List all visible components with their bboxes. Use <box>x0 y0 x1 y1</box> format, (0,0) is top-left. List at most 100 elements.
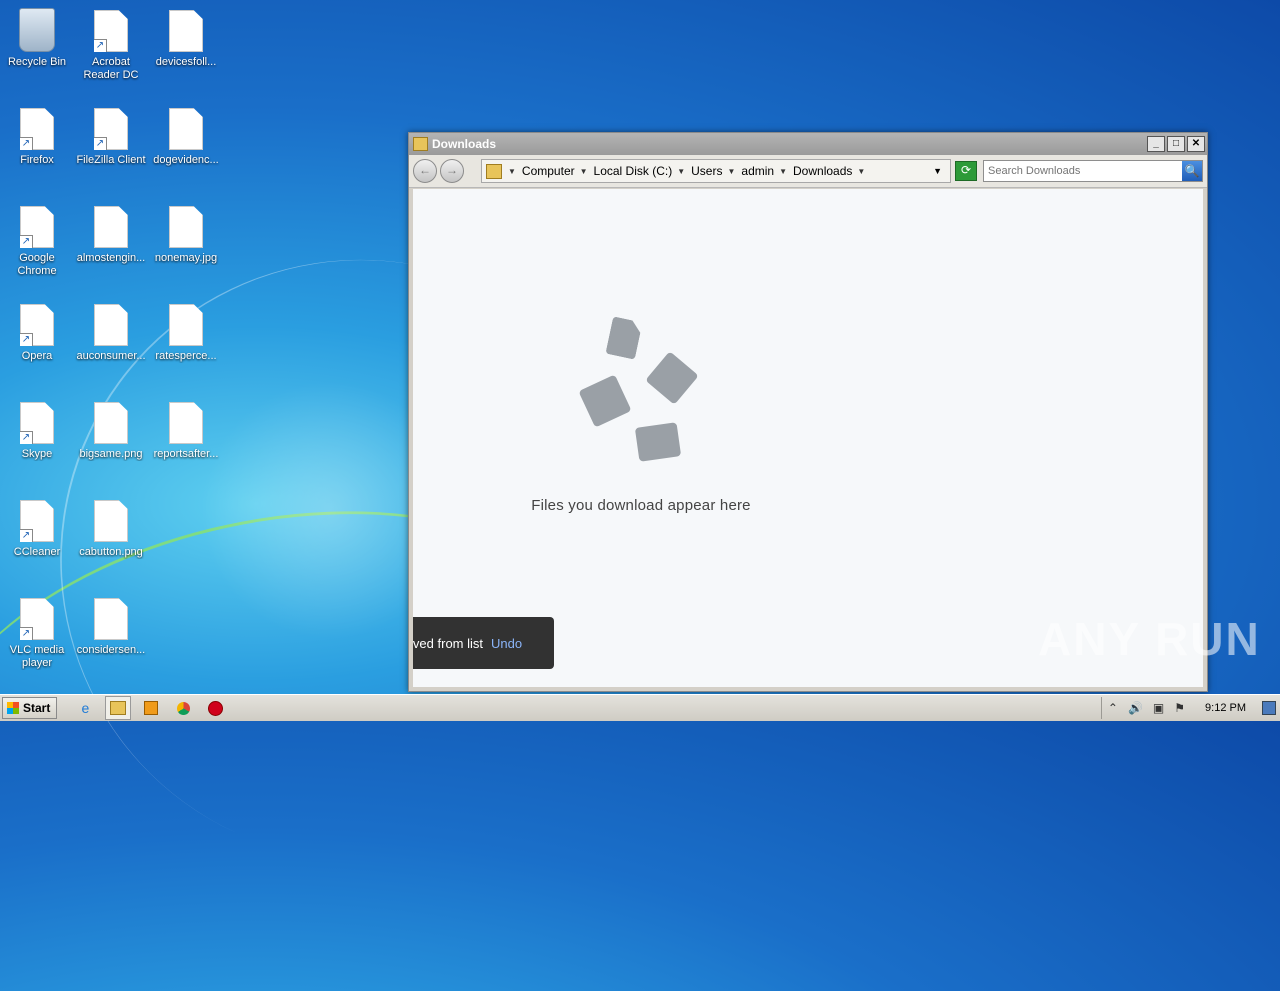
desktop-icon-label: auconsumer... <box>76 350 146 362</box>
file-icon <box>94 500 128 542</box>
chevron-down-icon[interactable]: ▼ <box>677 167 685 176</box>
show-desktop-icon[interactable] <box>1262 701 1276 715</box>
desktop-icon-recycle-bin[interactable]: Recycle Bin <box>0 8 74 69</box>
breadcrumb-admin[interactable]: admin <box>741 164 774 178</box>
file-icon <box>94 598 128 640</box>
search-icon[interactable]: 🔍 <box>1182 161 1202 181</box>
file-icon <box>169 10 203 52</box>
desktop-icon-firefox[interactable]: ↗ Firefox <box>0 108 74 167</box>
clock[interactable]: 9:12 PM <box>1205 702 1246 714</box>
shortcut-file-icon: ↗ <box>20 304 54 346</box>
chevron-down-icon[interactable]: ▼ <box>580 167 588 176</box>
folder-icon <box>413 137 428 151</box>
undo-button[interactable]: Undo <box>491 636 522 651</box>
back-button[interactable]: ← <box>413 159 437 183</box>
breadcrumb-local-disk[interactable]: Local Disk (C:) <box>594 164 673 178</box>
explorer-icon[interactable] <box>105 696 132 720</box>
file-icon <box>169 206 203 248</box>
desktop-icon-file[interactable]: almostengin... <box>74 206 148 265</box>
volume-icon[interactable]: 🔊 <box>1128 701 1143 715</box>
navigation-bar: ← → ▼ Computer ▼ Local Disk (C:) ▼ Users… <box>409 155 1207 188</box>
start-button[interactable]: Start <box>2 697 58 719</box>
file-icon <box>94 402 128 444</box>
desktop-icon-label: bigsame.png <box>79 448 143 460</box>
desktop-icon-label: devicesfoll... <box>155 56 217 68</box>
shortcut-file-icon: ↗ <box>20 500 54 542</box>
desktop-icon-file[interactable]: auconsumer... <box>74 304 148 363</box>
desktop-icon-file[interactable]: considersen... <box>74 598 148 657</box>
video-icon <box>634 422 682 462</box>
desktop-icon-acrobat[interactable]: ↗ Acrobat Reader DC <box>74 10 148 82</box>
address-bar[interactable]: ▼ Computer ▼ Local Disk (C:) ▼ Users ▼ a… <box>481 159 951 183</box>
desktop-icon-file[interactable]: dogevidenc... <box>149 108 223 167</box>
desktop-icon-label: ratesperce... <box>155 350 217 362</box>
desktop-icon-label: dogevidenc... <box>153 154 219 166</box>
recycle-bin-icon <box>19 8 55 52</box>
shortcut-file-icon: ↗ <box>20 598 54 640</box>
chevron-down-icon[interactable]: ▼ <box>727 167 735 176</box>
watermark: ANY RUN <box>1038 613 1261 665</box>
desktop-icon-vlc[interactable]: ↗ VLC media player <box>0 598 74 670</box>
desktop-icon-skype[interactable]: ↗ Skype <box>0 402 74 461</box>
file-icon <box>169 108 203 150</box>
taskbar: Start e ⌃ 🔊 ▣ ⚑ 9:12 PM <box>0 694 1280 721</box>
shortcut-file-icon: ↗ <box>94 108 128 150</box>
action-center-flag-icon[interactable]: ⚑ <box>1174 701 1185 715</box>
empty-state-message: Files you download appear here <box>531 497 751 514</box>
tray-expand-icon[interactable]: ⌃ <box>1108 701 1118 715</box>
desktop-icon-label: Recycle Bin <box>7 56 67 68</box>
downloads-window: Downloads _ □ ✕ ← → ▼ Computer ▼ Local D… <box>408 132 1208 692</box>
desktop-icon-ccleaner[interactable]: ↗ CCleaner <box>0 500 74 559</box>
desktop-icon-label: CCleaner <box>13 546 61 558</box>
desktop-icon-filezilla[interactable]: ↗ FileZilla Client <box>74 108 148 167</box>
desktop-icon-label: FileZilla Client <box>76 154 146 166</box>
system-tray: ⌃ 🔊 ▣ ⚑ 9:12 PM <box>1100 697 1280 719</box>
desktop-icon-label: almostengin... <box>76 252 146 264</box>
desktop-icon-label: Google Chrome <box>17 252 57 277</box>
close-button[interactable]: ✕ <box>1187 136 1205 152</box>
desktop-icon-file[interactable]: devicesfoll... <box>149 10 223 69</box>
ie-icon[interactable]: e <box>73 697 97 719</box>
empty-downloads-illustration <box>578 319 705 469</box>
address-history-dropdown[interactable]: ▼ <box>933 166 942 176</box>
file-icon <box>94 304 128 346</box>
refresh-icon[interactable]: ⟳ <box>955 161 977 181</box>
forward-button[interactable]: → <box>440 159 464 183</box>
chevron-down-icon[interactable]: ▼ <box>857 167 865 176</box>
chevron-down-icon[interactable]: ▼ <box>779 167 787 176</box>
search-box[interactable]: 🔍 <box>983 160 1203 182</box>
media-player-icon[interactable] <box>139 697 163 719</box>
desktop-icon-label: Skype <box>21 448 53 460</box>
file-icon <box>94 206 128 248</box>
snackbar: Removed from list Undo <box>413 617 554 669</box>
breadcrumb-computer[interactable]: Computer <box>522 164 575 178</box>
image-icon <box>645 351 699 405</box>
breadcrumb-users[interactable]: Users <box>691 164 722 178</box>
breadcrumb-downloads[interactable]: Downloads <box>793 164 852 178</box>
desktop-icon-label: Opera <box>21 350 53 362</box>
downloads-folder-icon <box>486 163 502 179</box>
network-icon[interactable]: ▣ <box>1153 701 1164 715</box>
windows-logo-icon <box>7 702 19 714</box>
desktop-icon-file[interactable]: nonemay.jpg <box>149 206 223 265</box>
opera-icon[interactable] <box>203 697 227 719</box>
chevron-down-icon[interactable]: ▼ <box>508 167 516 176</box>
minimize-button[interactable]: _ <box>1147 136 1165 152</box>
desktop-icon-chrome[interactable]: ↗ Google Chrome <box>0 206 74 278</box>
desktop-icon-label: reportsafter... <box>153 448 219 460</box>
audio-icon <box>578 374 632 428</box>
window-titlebar[interactable]: Downloads _ □ ✕ <box>409 133 1207 155</box>
desktop-icon-file[interactable]: bigsame.png <box>74 402 148 461</box>
search-input[interactable] <box>984 164 1182 178</box>
desktop-icon-file[interactable]: cabutton.png <box>74 500 148 559</box>
desktop-icon-file[interactable]: ratesperce... <box>149 304 223 363</box>
window-title: Downloads <box>432 137 497 151</box>
shortcut-file-icon: ↗ <box>20 108 54 150</box>
chrome-icon[interactable] <box>171 697 195 719</box>
desktop-icon-opera[interactable]: ↗ Opera <box>0 304 74 363</box>
file-icon <box>169 402 203 444</box>
maximize-button[interactable]: □ <box>1167 136 1185 152</box>
desktop-icon-label: Firefox <box>20 154 54 166</box>
desktop-icon-label: cabutton.png <box>79 546 143 558</box>
desktop-icon-file[interactable]: reportsafter... <box>149 402 223 461</box>
